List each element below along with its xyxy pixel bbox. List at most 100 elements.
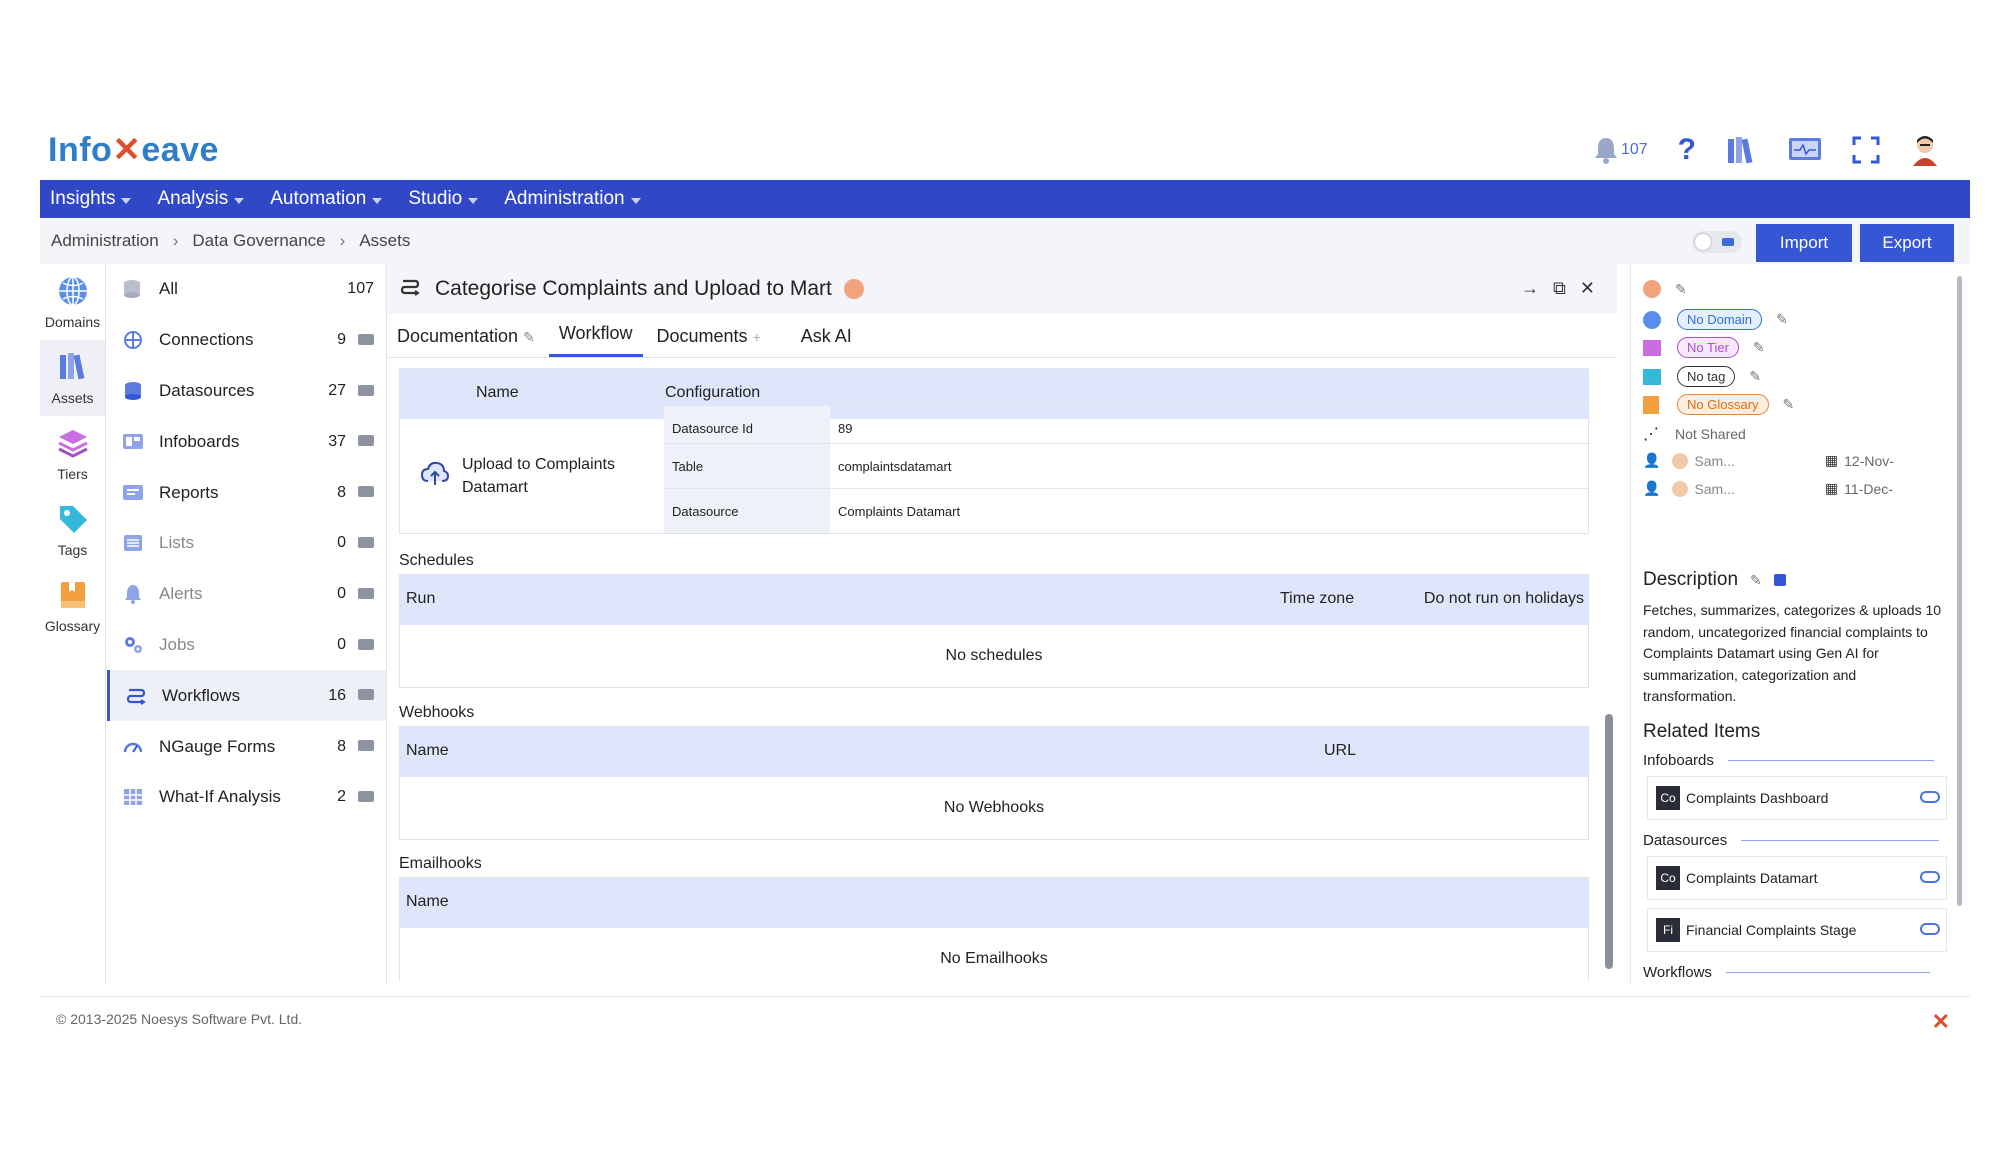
folder-icon[interactable]	[358, 790, 374, 802]
pencil-icon[interactable]: ✎	[1749, 368, 1761, 385]
panel-header: Categorise Complaints and Upload to Mart…	[387, 264, 1617, 314]
user-avatar[interactable]	[1910, 134, 1940, 166]
nav-administration-label: Administration	[504, 188, 625, 209]
rail-glossary[interactable]: Glossary	[40, 568, 105, 644]
item-badge: Co	[1656, 866, 1680, 890]
item-name: Financial Complaints Stage	[1686, 922, 1857, 938]
related-item[interactable]: Co Complaints Dashboard	[1647, 776, 1947, 820]
related-item[interactable]: Co Complaints Datamart	[1647, 856, 1947, 900]
asset-type-what-if-analysis[interactable]: What-If Analysis 2	[107, 772, 386, 823]
bell-icon	[1593, 136, 1619, 164]
asset-type-alerts[interactable]: Alerts 0	[107, 569, 386, 620]
asset-type-infoboards[interactable]: Infoboards 37	[107, 416, 386, 467]
item-badge: Co	[1656, 786, 1680, 810]
nav-automation[interactable]: Automation	[270, 188, 383, 210]
pencil-icon[interactable]: ✎	[1783, 396, 1795, 413]
tier-pill[interactable]: No Tier	[1677, 337, 1739, 358]
infoveave-logo[interactable]: Info✕eave	[48, 130, 219, 170]
asset-type-ngauge-forms[interactable]: NGauge Forms 8	[107, 721, 386, 772]
infoveave-mark-icon: ✕	[1931, 1009, 1950, 1034]
pencil-icon[interactable]: ✎	[1750, 572, 1762, 589]
tab-ask-ai[interactable]: Ask AI	[791, 326, 862, 357]
asset-type-jobs[interactable]: Jobs 0	[107, 620, 386, 671]
rail-domains[interactable]: Domains	[40, 264, 105, 340]
side-scrollbar[interactable]	[1957, 276, 1962, 906]
content-scrollbar[interactable]	[1605, 714, 1613, 969]
pencil-icon[interactable]: ✎	[1675, 281, 1687, 298]
workflow-content: Name Configuration Upload to Complaints …	[399, 368, 1589, 980]
item-name: Complaints Datamart	[1686, 870, 1818, 886]
asset-type-count: 16	[328, 686, 346, 704]
folder-icon[interactable]	[358, 486, 374, 498]
open-external-icon[interactable]: ⧉	[1553, 278, 1566, 299]
list-icon	[121, 531, 145, 555]
tag-pill[interactable]: No tag	[1677, 366, 1736, 387]
globe-icon	[1643, 310, 1661, 329]
arrow-right-icon[interactable]: →	[1521, 278, 1539, 299]
tag-icon	[57, 503, 89, 538]
divider	[1727, 760, 1934, 761]
tab-documents[interactable]: Documents +	[647, 326, 771, 357]
rail-domains-label: Domains	[44, 313, 101, 330]
col-name: Name	[476, 384, 519, 401]
folder-icon[interactable]	[358, 689, 374, 701]
asset-type-reports[interactable]: Reports 8	[107, 467, 386, 518]
asset-type-label: Infoboards	[159, 431, 240, 451]
help-button[interactable]: ?	[1678, 133, 1696, 167]
export-button[interactable]: Export	[1860, 224, 1954, 262]
notifications-button[interactable]: 107	[1593, 136, 1648, 164]
asset-type-connections[interactable]: Connections 9	[107, 315, 386, 366]
folder-icon[interactable]	[358, 384, 374, 396]
layers-icon	[1643, 339, 1661, 356]
link-icon[interactable]	[1920, 871, 1940, 883]
folder-icon[interactable]	[358, 740, 374, 752]
folder-icon[interactable]	[358, 638, 374, 650]
tab-workflow[interactable]: Workflow	[548, 323, 643, 357]
related-items-title: Related Items	[1643, 721, 1761, 742]
view-toggle[interactable]	[1692, 231, 1742, 253]
folder-icon[interactable]	[358, 333, 374, 345]
rail-tags[interactable]: Tags	[40, 492, 105, 568]
library-button[interactable]	[1726, 135, 1758, 165]
import-button[interactable]: Import	[1756, 224, 1852, 262]
config-step: Upload to Complaints Datamart	[400, 419, 664, 533]
folder-icon[interactable]	[358, 435, 374, 447]
rail-glossary-label: Glossary	[44, 617, 101, 634]
schedules-empty: No schedules	[945, 647, 1043, 664]
monitor-button[interactable]	[1788, 136, 1822, 164]
config-key: Datasource	[664, 489, 830, 533]
col-run: Run	[406, 590, 436, 607]
nav-studio-label: Studio	[408, 188, 463, 209]
close-icon[interactable]: ✕	[1580, 278, 1595, 299]
ai-icon[interactable]	[1773, 574, 1786, 586]
nav-studio[interactable]: Studio	[408, 188, 479, 210]
asset-type-lists[interactable]: Lists 0	[107, 518, 386, 569]
breadcrumb-data-governance[interactable]: Data Governance	[192, 231, 325, 251]
fullscreen-button[interactable]	[1852, 136, 1880, 164]
asset-type-workflows[interactable]: Workflows 16	[107, 670, 386, 722]
related-item[interactable]: Fi Financial Complaints Stage	[1647, 908, 1947, 952]
asset-type-datasources[interactable]: Datasources 27	[107, 366, 386, 417]
nav-administration[interactable]: Administration	[504, 188, 641, 210]
nav-insights[interactable]: Insights	[50, 188, 132, 210]
link-icon[interactable]	[1920, 923, 1940, 935]
glossary-pill[interactable]: No Glossary	[1677, 394, 1769, 415]
breadcrumb-administration[interactable]: Administration	[51, 231, 159, 251]
folder-icon[interactable]	[358, 536, 374, 548]
domain-pill[interactable]: No Domain	[1677, 309, 1763, 330]
tag-icon	[1643, 368, 1661, 385]
library-icon	[1726, 135, 1758, 165]
rail-assets[interactable]: Assets	[40, 340, 105, 416]
notification-count: 107	[1620, 141, 1648, 158]
nav-analysis[interactable]: Analysis	[157, 188, 245, 210]
panel-actions: → ⧉ ✕	[1521, 278, 1595, 299]
tab-documentation[interactable]: Documentation ✎	[387, 326, 545, 357]
pencil-icon[interactable]: ✎	[1776, 311, 1788, 328]
folder-icon[interactable]	[358, 587, 374, 599]
pencil-icon[interactable]: ✎	[1753, 339, 1765, 356]
rail-tiers[interactable]: Tiers	[40, 416, 105, 492]
config-row: Table complaintsdatamart	[664, 443, 1588, 488]
link-icon[interactable]	[1920, 791, 1940, 803]
asset-type-all[interactable]: All 107	[107, 264, 386, 315]
emailhooks-table: Name No Emailhooks	[399, 877, 1589, 980]
